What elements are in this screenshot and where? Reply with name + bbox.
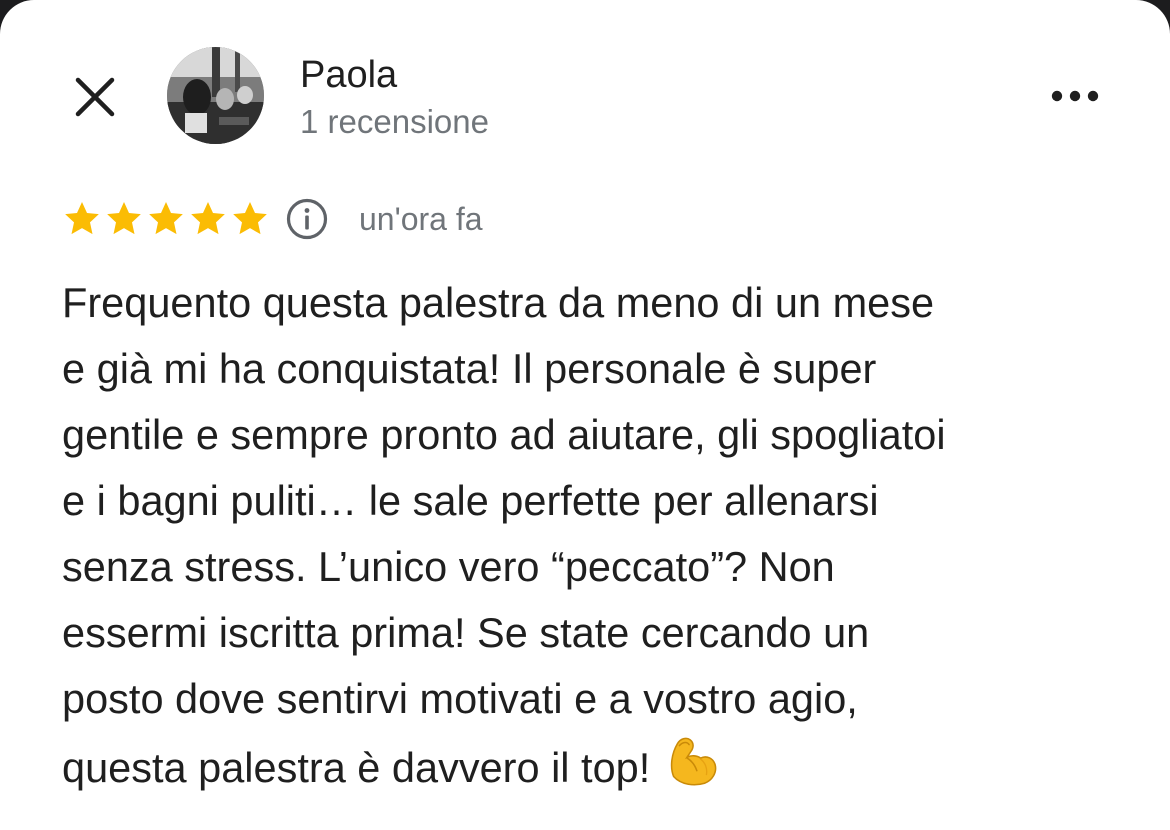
avatar[interactable]: [167, 47, 264, 144]
reviewer-name[interactable]: Paola: [300, 52, 397, 98]
star-icon: [65, 202, 99, 235]
more-horizontal-icon: [1051, 90, 1099, 102]
review-body: Frequento questa palestra da meno di un …: [62, 270, 1132, 801]
review-count: 1 recensione: [300, 103, 489, 140]
rating-row: un'ora fa: [62, 196, 483, 242]
star-icon: [233, 202, 267, 235]
review-time: un'ora fa: [359, 201, 483, 237]
review-text: Frequento questa palestra da meno di un …: [62, 279, 946, 791]
avatar-image: [167, 47, 264, 144]
more-options-button[interactable]: [1042, 78, 1108, 114]
star-icon: [191, 202, 225, 235]
close-icon: [75, 77, 115, 117]
flexed-biceps-emoji: [671, 737, 717, 786]
close-button[interactable]: [70, 73, 120, 121]
review-sheet: Paola 1 recensione un'ora fa Frequento q…: [0, 0, 1170, 830]
star-icon: [107, 202, 141, 235]
info-icon[interactable]: [285, 197, 329, 241]
star-rating: [62, 199, 270, 239]
star-icon: [149, 202, 183, 235]
